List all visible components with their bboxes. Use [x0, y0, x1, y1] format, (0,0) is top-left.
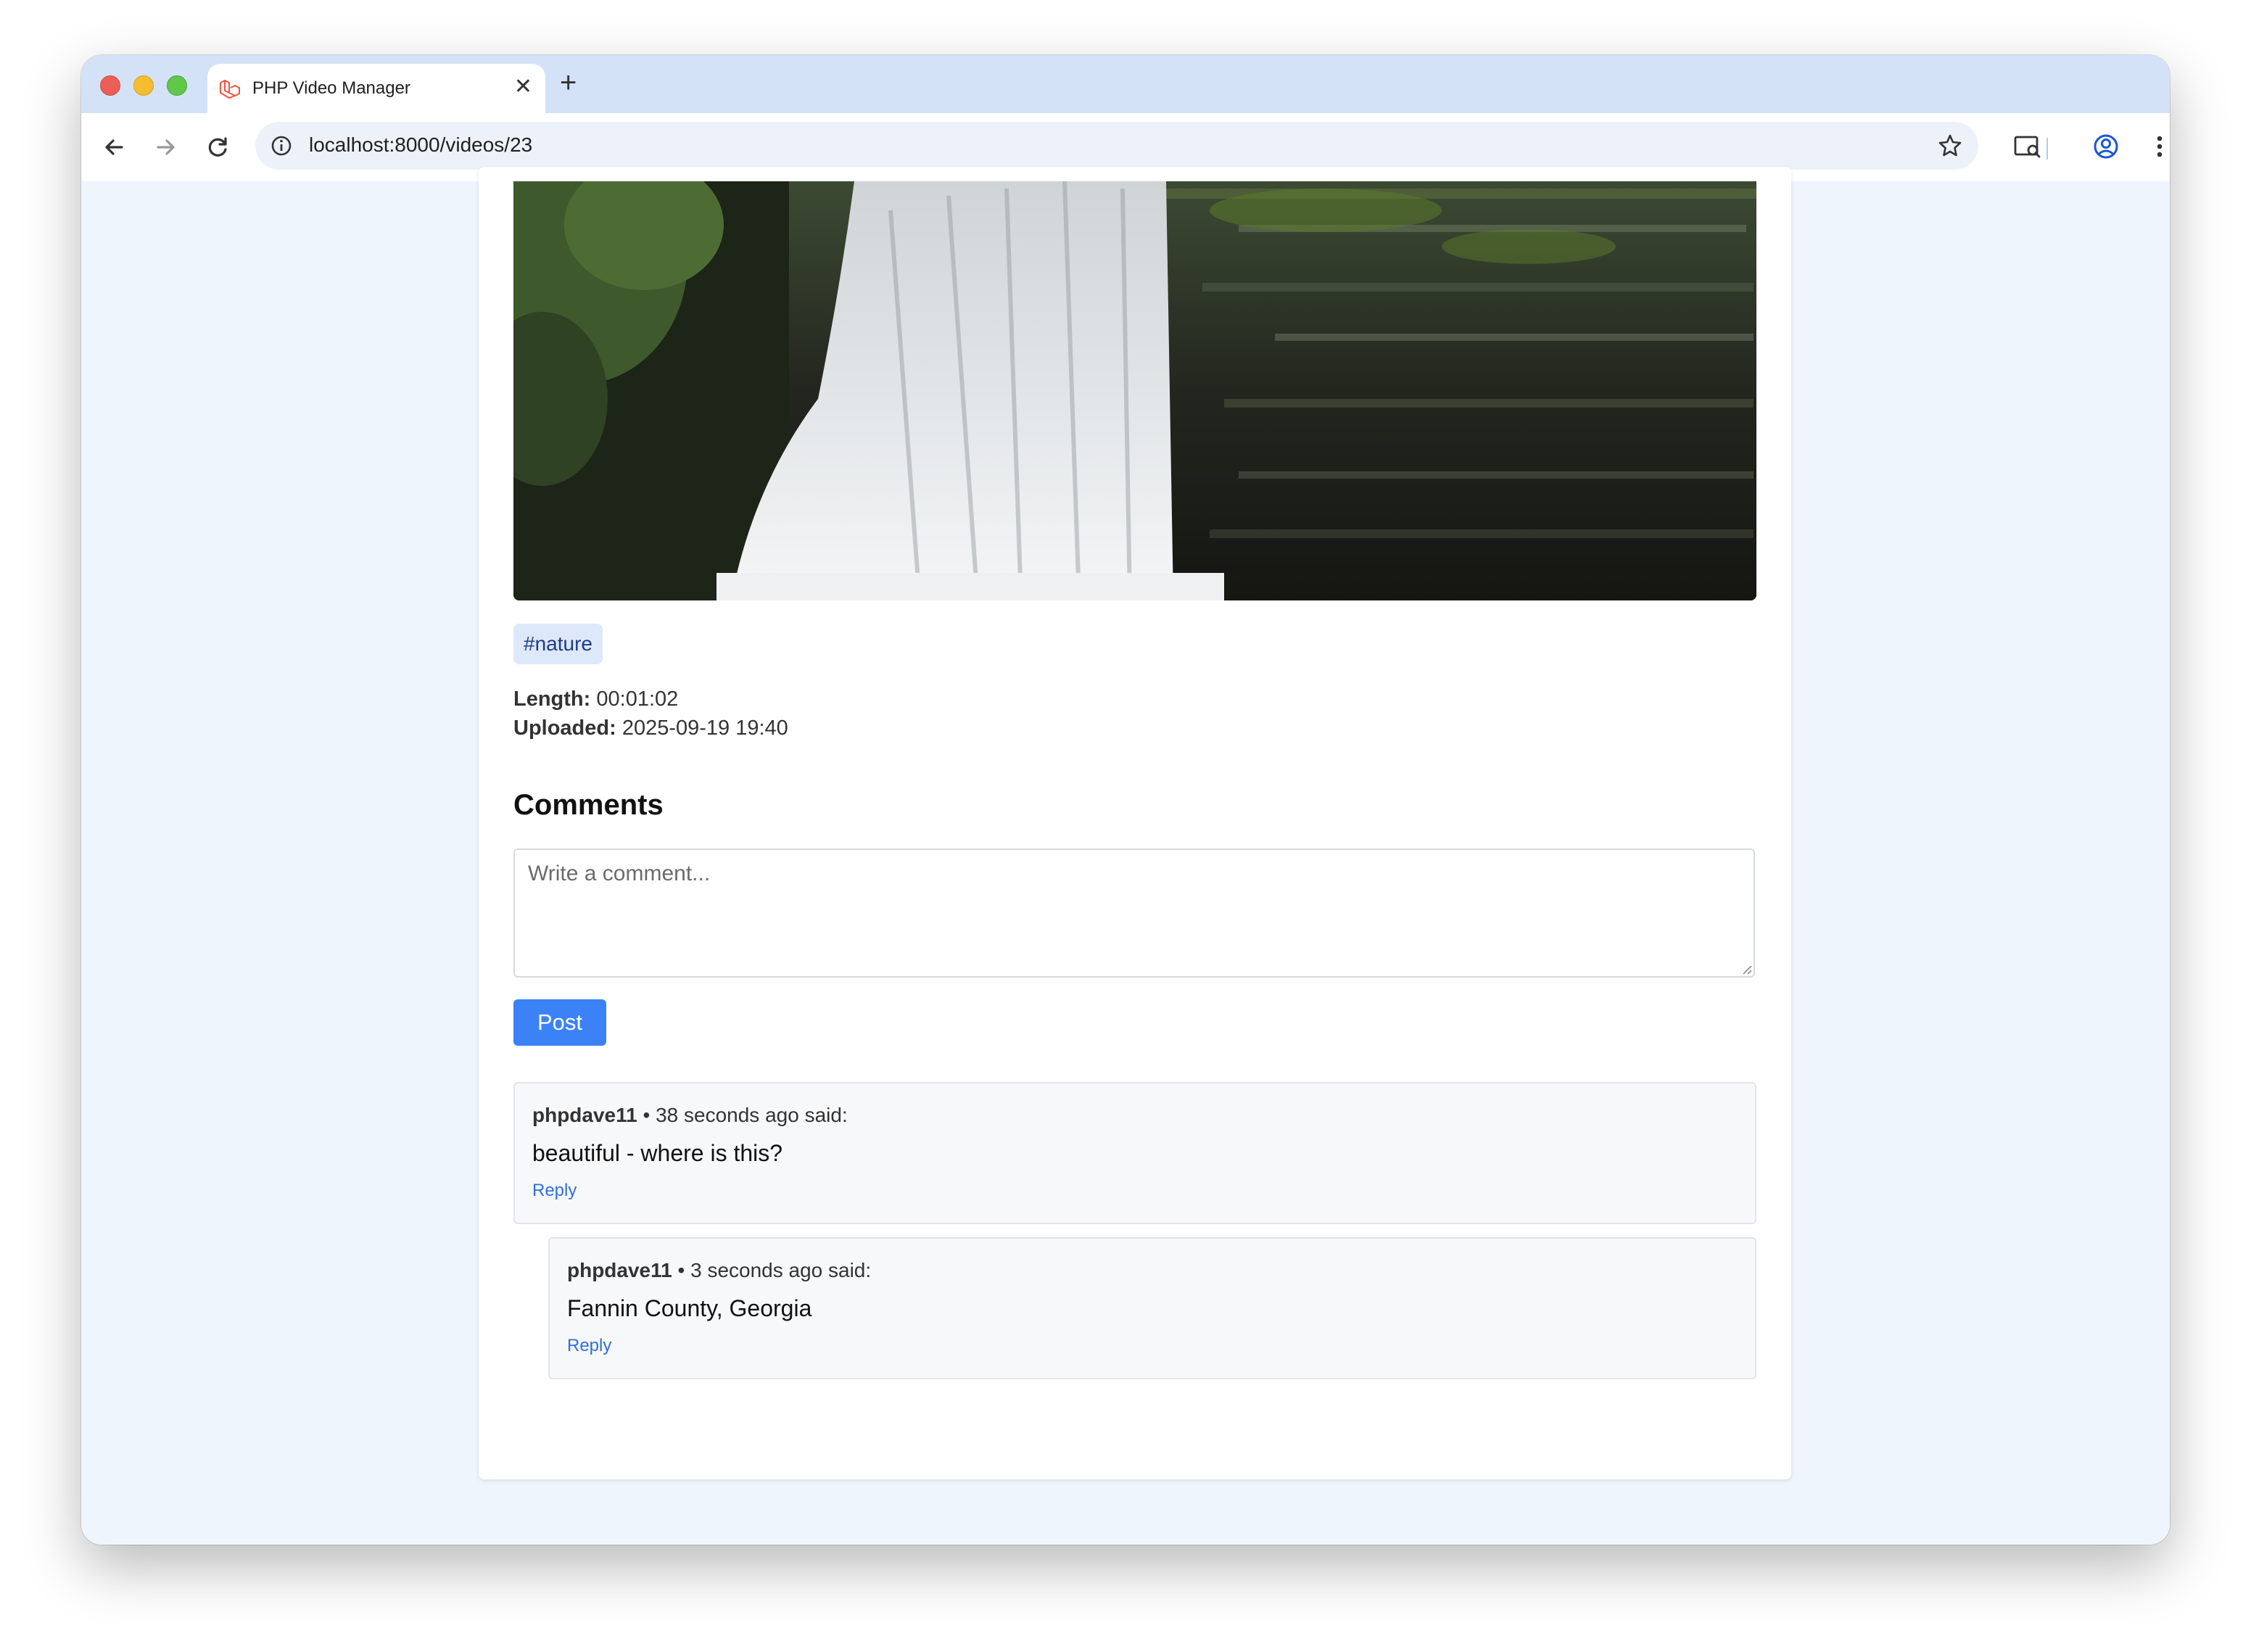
tag-nature[interactable]: #nature: [513, 624, 603, 664]
forward-arrow-icon[interactable]: [151, 132, 181, 162]
video-card: #nature Length: 00:01:02 Uploaded: 2025-…: [479, 167, 1791, 1479]
comment-meta: • 38 seconds ago said:: [643, 1104, 848, 1126]
maximize-window-button[interactable]: [167, 75, 187, 96]
close-window-button[interactable]: [100, 75, 120, 96]
post-button[interactable]: Post: [513, 999, 606, 1046]
new-tab-button[interactable]: +: [560, 67, 577, 99]
browser-tab[interactable]: PHP Video Manager ✕: [207, 64, 545, 113]
comment-item-reply: phpdave11 • 3 seconds ago said: Fannin C…: [548, 1237, 1756, 1379]
comment-body: Fannin County, Georgia: [567, 1295, 812, 1321]
menu-dots-icon[interactable]: [2144, 131, 2170, 162]
laravel-logo-icon: [220, 79, 240, 99]
comment-body: beautiful - where is this?: [532, 1140, 783, 1166]
video-player[interactable]: [513, 181, 1756, 600]
resize-grip-icon[interactable]: [1740, 963, 1752, 975]
bookmark-star-icon[interactable]: [1936, 132, 1964, 160]
length-value: 00:01:02: [596, 687, 679, 711]
minimize-window-button[interactable]: [133, 75, 154, 96]
comment-header: phpdave11 • 38 seconds ago said:: [532, 1104, 848, 1127]
close-tab-icon[interactable]: ✕: [514, 74, 532, 100]
site-info-icon[interactable]: [270, 134, 293, 157]
comment-item: phpdave11 • 38 seconds ago said: beautif…: [513, 1082, 1756, 1224]
toolbar-divider: [2046, 138, 2048, 160]
reload-icon[interactable]: [203, 132, 234, 162]
title-bar: PHP Video Manager ✕ +: [81, 55, 2170, 113]
comment-input[interactable]: [513, 848, 1755, 978]
cast-search-icon[interactable]: [2012, 131, 2044, 162]
uploaded-row: Uploaded: 2025-09-19 19:40: [513, 716, 788, 740]
comment-author: phpdave11: [532, 1104, 637, 1126]
browser-window: PHP Video Manager ✕ + localhost:8000/vid…: [81, 55, 2170, 1545]
profile-icon[interactable]: [2090, 131, 2122, 162]
comment-header: phpdave11 • 3 seconds ago said:: [567, 1259, 871, 1282]
page-viewport: #nature Length: 00:01:02 Uploaded: 2025-…: [81, 167, 2170, 1545]
reply-link[interactable]: Reply: [567, 1336, 611, 1356]
comments-heading: Comments: [513, 789, 664, 821]
length-row: Length: 00:01:02: [513, 687, 678, 711]
length-label: Length:: [513, 687, 591, 711]
uploaded-label: Uploaded:: [513, 716, 616, 740]
address-bar[interactable]: localhost:8000/videos/23: [255, 122, 1978, 170]
tab-title: PHP Video Manager: [252, 78, 410, 98]
url-text[interactable]: localhost:8000/videos/23: [309, 133, 532, 157]
comment-author: phpdave11: [567, 1259, 672, 1281]
comment-meta: • 3 seconds ago said:: [677, 1259, 872, 1281]
reply-link[interactable]: Reply: [532, 1181, 577, 1201]
uploaded-value: 2025-09-19 19:40: [621, 716, 788, 740]
back-arrow-icon[interactable]: [99, 132, 129, 162]
